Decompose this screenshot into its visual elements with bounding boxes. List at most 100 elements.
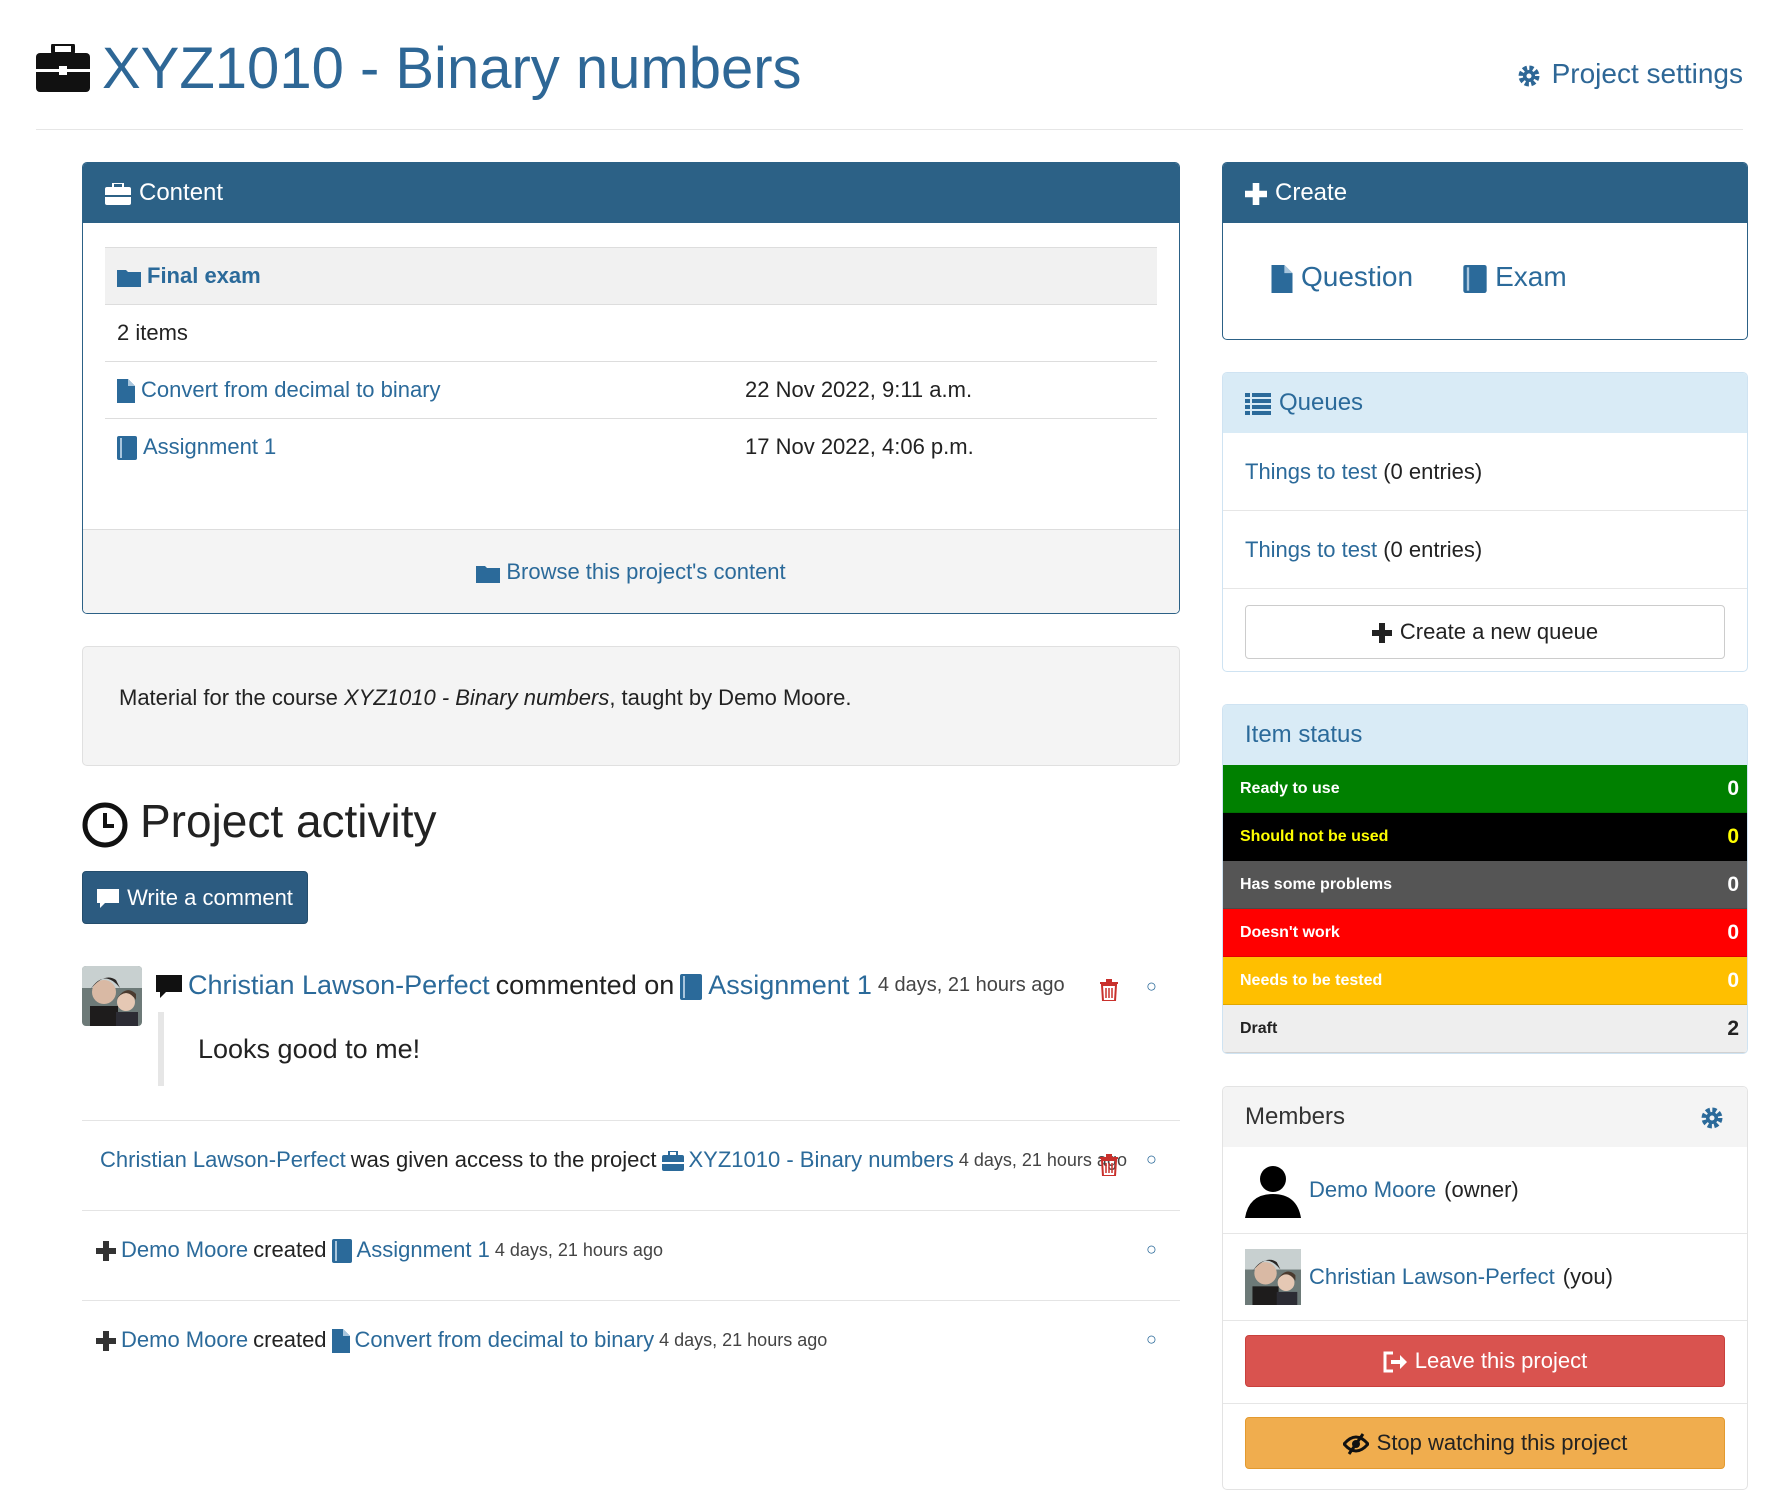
project-settings-link[interactable]: Project settings <box>1516 58 1743 90</box>
leave-project-label: Leave this project <box>1414 1348 1588 1373</box>
mark-seen-icon[interactable]: ○ <box>1146 1239 1157 1260</box>
status-row[interactable]: Ready to use 0 <box>1223 765 1747 813</box>
activity-heading: Project activity <box>82 794 437 848</box>
comment-icon <box>97 885 120 911</box>
description-course: XYZ1010 - Binary numbers <box>343 685 610 710</box>
status-row[interactable]: Should not be used 0 <box>1223 813 1747 861</box>
content-table: Final exam 2 items Convert from decimal … <box>105 247 1157 475</box>
folder-row[interactable]: Final exam <box>105 247 1157 304</box>
event-verb: was given access to the project <box>350 1147 657 1172</box>
delete-icon[interactable] <box>1100 976 1118 1002</box>
eye-slash-icon <box>1342 1430 1369 1456</box>
project-settings-label: Project settings <box>1551 58 1743 89</box>
mark-seen-icon[interactable]: ○ <box>1146 1149 1157 1170</box>
gear-icon[interactable] <box>1699 1103 1725 1131</box>
leave-project-button[interactable]: Leave this project <box>1245 1335 1725 1387</box>
write-comment-button[interactable]: Write a comment <box>82 871 308 924</box>
comment-icon <box>156 970 182 1001</box>
status-count: 2 <box>1727 1016 1739 1040</box>
plus-icon <box>1371 619 1392 645</box>
queues-panel-header: Queues <box>1223 373 1747 433</box>
exam-book-icon <box>680 970 703 1001</box>
stop-watching-button[interactable]: Stop watching this project <box>1245 1417 1725 1469</box>
status-count: 0 <box>1727 824 1739 848</box>
mark-seen-icon[interactable]: ○ <box>1146 976 1157 997</box>
status-label: Draft <box>1240 1019 1278 1037</box>
briefcase-icon <box>105 179 131 207</box>
member-link[interactable]: Christian Lawson-Perfect <box>1309 1264 1555 1290</box>
project-description: Material for the course XYZ1010 - Binary… <box>82 646 1180 766</box>
event-target-link[interactable]: Assignment 1 <box>357 1237 490 1263</box>
question-file-icon <box>117 377 135 404</box>
content-item-date: 17 Nov 2022, 4:06 p.m. <box>745 434 974 459</box>
status-count: 0 <box>1727 920 1739 944</box>
activity-event: Demo Moore created Assignment 1 4 days, … <box>82 1210 1180 1300</box>
exam-book-icon <box>1463 261 1487 293</box>
user-silhouette-icon <box>1245 1162 1301 1218</box>
member-role: (you) <box>1562 1264 1613 1289</box>
queue-row: Things to test (0 entries) <box>1223 433 1747 511</box>
create-exam-link[interactable]: Exam <box>1463 261 1567 293</box>
create-question-link[interactable]: Question <box>1271 261 1413 293</box>
content-item-link[interactable]: Assignment 1 <box>143 434 276 460</box>
activity-event: Christian Lawson-Perfect was given acces… <box>82 1120 1180 1210</box>
event-target-link[interactable]: Convert from decimal to binary <box>355 1327 655 1353</box>
create-panel: Create Question Exam <box>1222 162 1748 340</box>
exam-book-icon <box>117 434 137 461</box>
member-row: Demo Moore (owner) <box>1223 1147 1747 1234</box>
comment-user-link[interactable]: Christian Lawson-Perfect <box>188 970 490 1001</box>
status-count: 0 <box>1727 968 1739 992</box>
status-count: 0 <box>1727 872 1739 896</box>
content-panel-title: Content <box>139 179 224 206</box>
member-link[interactable]: Demo Moore <box>1309 1177 1436 1203</box>
status-row[interactable]: Has some problems 0 <box>1223 861 1747 909</box>
folder-icon <box>117 263 141 289</box>
event-user-link[interactable]: Demo Moore <box>121 1327 248 1353</box>
comment-time: 4 days, 21 hours ago <box>877 974 1065 996</box>
status-list: Ready to use 0 Should not be used 0 Has so… <box>1223 765 1747 1053</box>
create-panel-header: Create <box>1223 163 1747 223</box>
activity-event: Demo Moore created Convert from decimal … <box>82 1300 1180 1390</box>
write-comment-label: Write a comment <box>127 884 293 910</box>
avatar <box>1245 1249 1301 1305</box>
plus-icon <box>96 1237 116 1263</box>
event-user-link[interactable]: Demo Moore <box>121 1237 248 1263</box>
members-panel-header: Members <box>1223 1087 1747 1147</box>
content-item-row: Convert from decimal to binary 22 Nov 20… <box>105 361 1157 418</box>
content-panel: Content Final exam 2 items Convert from … <box>82 162 1180 614</box>
item-count: 2 items <box>117 320 188 345</box>
question-file-icon <box>331 1327 350 1354</box>
members-panel-title: Members <box>1245 1103 1346 1130</box>
status-row[interactable]: Doesn't work 0 <box>1223 909 1747 957</box>
queue-link[interactable]: Things to test <box>1245 459 1377 485</box>
event-target-link[interactable]: XYZ1010 - Binary numbers <box>689 1147 954 1173</box>
item-count-row: 2 items <box>105 304 1157 361</box>
create-question-label: Question <box>1301 261 1414 292</box>
project-title[interactable]: XYZ1010 - Binary numbers <box>102 35 802 102</box>
description-suffix: , taught by Demo Moore. <box>609 685 852 710</box>
content-panel-header: Content <box>83 163 1179 223</box>
content-item-link[interactable]: Convert from decimal to binary <box>141 377 441 403</box>
sign-out-icon <box>1383 1348 1407 1374</box>
page-title: XYZ1010 - Binary numbers <box>36 28 802 108</box>
status-row[interactable]: Needs to be tested 0 <box>1223 957 1747 1005</box>
browse-content-link[interactable]: Browse this project's content <box>83 529 1179 613</box>
queue-entries: (0 entries) <box>1383 536 1483 562</box>
briefcase-icon <box>36 44 90 92</box>
comment-target-link[interactable]: Assignment 1 <box>708 970 872 1001</box>
delete-icon[interactable] <box>1100 1151 1118 1177</box>
event-user-link[interactable]: Christian Lawson-Perfect <box>100 1147 346 1173</box>
status-row[interactable]: Draft 2 <box>1223 1005 1747 1053</box>
question-file-icon <box>1271 261 1293 293</box>
mark-seen-icon[interactable]: ○ <box>1146 1329 1157 1350</box>
queue-row: Things to test (0 entries) <box>1223 511 1747 589</box>
status-label: Doesn't work <box>1240 923 1340 941</box>
status-label: Has some problems <box>1240 875 1393 893</box>
comment-verb: commented on <box>495 970 675 1000</box>
queue-link[interactable]: Things to test <box>1245 537 1377 563</box>
members-panel: Members Demo Moore (owner) Christian Law… <box>1222 1086 1748 1490</box>
browse-content-label: Browse this project's content <box>506 558 786 584</box>
create-queue-label: Create a new queue <box>1399 619 1599 644</box>
create-queue-button[interactable]: Create a new queue <box>1245 605 1725 659</box>
content-item-row: Assignment 1 17 Nov 2022, 4:06 p.m. <box>105 418 1157 475</box>
